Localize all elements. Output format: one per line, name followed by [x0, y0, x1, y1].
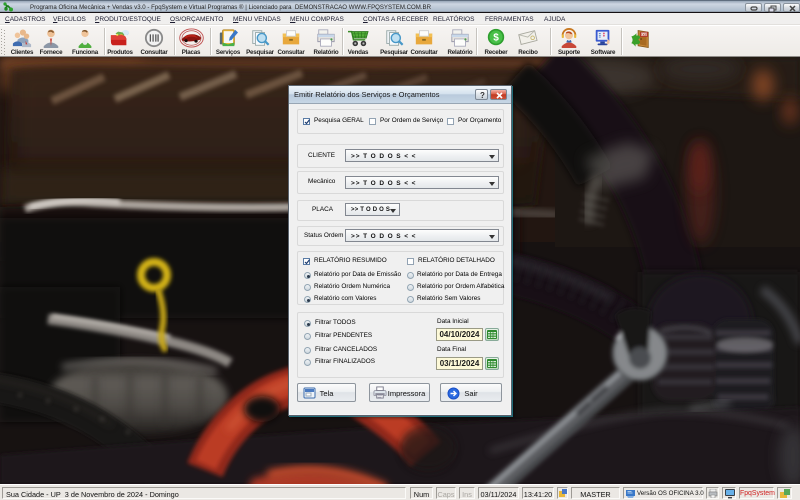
- svg-text:$: $: [493, 33, 499, 44]
- svg-text:EXIT: EXIT: [640, 33, 649, 37]
- svg-text:?: ?: [480, 91, 485, 100]
